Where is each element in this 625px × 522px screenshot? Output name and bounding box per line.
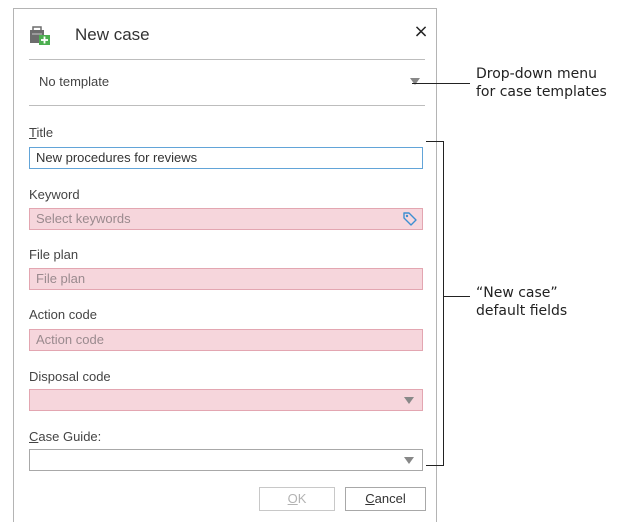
disposal-code-label: Disposal code (29, 369, 111, 384)
template-divider (29, 105, 425, 106)
file-plan-label: File plan (29, 247, 79, 262)
case-guide-select[interactable] (29, 449, 423, 471)
title-input[interactable]: New procedures for reviews (29, 147, 423, 169)
action-code-placeholder: Action code (36, 332, 104, 347)
bracket-pointer (443, 296, 470, 297)
dialog-header: New case × (14, 9, 436, 59)
keyword-label: Keyword (29, 187, 80, 202)
keyword-input[interactable]: Select keywords (29, 208, 423, 230)
close-button[interactable]: × (409, 20, 433, 44)
dropdown-callout-line (412, 83, 470, 84)
template-value: No template (39, 74, 110, 89)
dropdown-callout-line1: Drop-down menu (476, 66, 597, 82)
tag-icon[interactable] (402, 211, 418, 227)
chevron-down-icon[interactable] (404, 397, 414, 404)
bracket-bottom (426, 465, 444, 466)
file-plan-placeholder: File plan (36, 271, 86, 286)
fields-callout-line1: “New case” (476, 285, 558, 301)
keyword-placeholder: Select keywords (36, 211, 131, 226)
bracket-vertical (443, 141, 444, 466)
ok-button[interactable]: OK (259, 487, 335, 511)
case-folder-icon (30, 26, 50, 45)
cancel-button[interactable]: Cancel (345, 487, 426, 511)
bracket-top (426, 141, 444, 142)
disposal-code-select[interactable] (29, 389, 423, 411)
action-code-input[interactable]: Action code (29, 329, 423, 351)
dropdown-callout-line2: for case templates (476, 84, 607, 100)
fields-callout: “New case” default fields (476, 284, 567, 320)
title-label: Title (29, 125, 54, 140)
new-case-dialog: New case × No template Title New procedu… (13, 8, 437, 522)
file-plan-input[interactable]: File plan (29, 268, 423, 290)
title-input-value: New procedures for reviews (36, 150, 198, 165)
dialog-title: New case (75, 25, 150, 44)
action-code-label: Action code (29, 307, 97, 322)
fields-callout-line2: default fields (476, 303, 568, 319)
case-guide-label: Case Guide: (29, 429, 102, 444)
dropdown-callout: Drop-down menu for case templates (476, 65, 607, 101)
chevron-down-icon[interactable] (404, 457, 414, 464)
template-dropdown[interactable]: No template (29, 60, 425, 104)
